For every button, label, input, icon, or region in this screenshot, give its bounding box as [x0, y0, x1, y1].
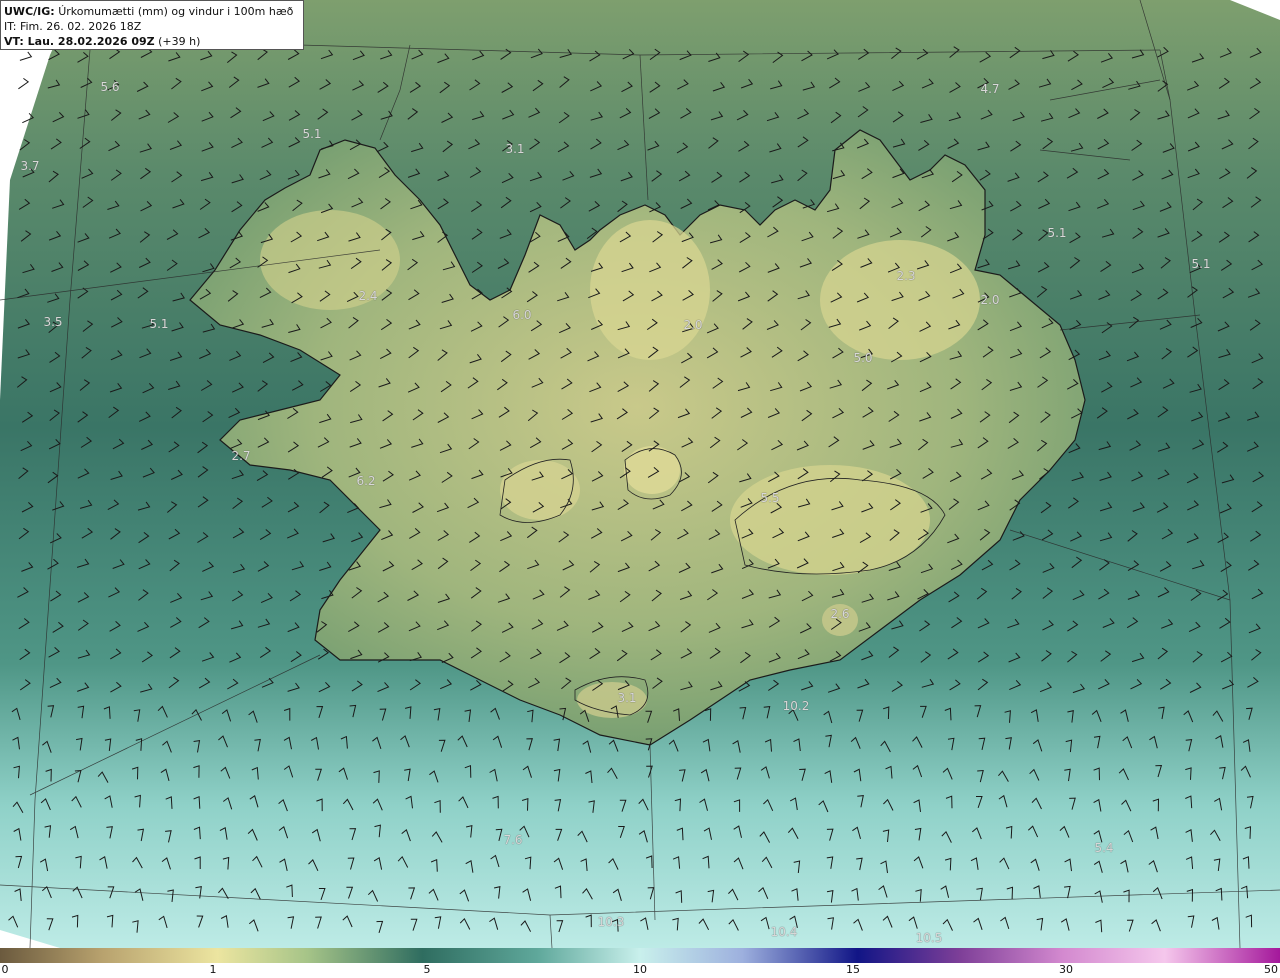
- wind-barb: [19, 51, 33, 61]
- colorbar-tick: 50: [1264, 963, 1278, 976]
- valid-time: VT: Lau. 28.02.2026 09Z: [4, 35, 155, 48]
- value-label: 3.1: [617, 691, 637, 705]
- highland-patch: [500, 460, 580, 520]
- highland-patch: [260, 210, 400, 310]
- value-label: 3.5: [43, 315, 63, 329]
- highland-patch: [820, 240, 980, 360]
- highland-patch: [730, 465, 930, 575]
- map-stage: UWC/IG: Úrkomumætti (mm) og vindur i 100…: [0, 0, 1280, 978]
- colorbar-tick: 15: [846, 963, 860, 976]
- colorbar-tick: 10: [633, 963, 647, 976]
- value-label: 3.1: [505, 142, 525, 156]
- wind-barb: [18, 77, 30, 90]
- value-label: 2.3: [896, 269, 916, 283]
- value-label: 5.1: [1191, 257, 1211, 271]
- colorbar-tick: 0: [1, 963, 9, 976]
- value-label: 2.4: [358, 289, 378, 303]
- value-label: 2.0: [980, 293, 1000, 307]
- value-label: 6.2: [356, 474, 376, 488]
- value-label: 10.2: [782, 699, 810, 713]
- colorbar-tick: 30: [1059, 963, 1073, 976]
- highland-patch: [590, 220, 710, 360]
- map-title: Úrkomumætti (mm) og vindur i 100m hæð: [58, 5, 294, 18]
- value-label: 3.7: [20, 159, 40, 173]
- map-header: UWC/IG: Úrkomumætti (mm) og vindur i 100…: [0, 0, 304, 50]
- value-label: 5.0: [853, 351, 873, 365]
- value-label: 5.1: [149, 317, 169, 331]
- issue-time: IT: Fim. 26. 02. 2026 18Z: [4, 20, 142, 33]
- value-label: 4.7: [980, 82, 1000, 96]
- value-label: 6.0: [512, 308, 532, 322]
- colorbar: [0, 948, 1280, 963]
- colorbar-tick: 1: [209, 963, 217, 976]
- value-label: 10.5: [915, 931, 943, 945]
- value-label: 5.1: [1047, 226, 1067, 240]
- value-label: 5.5: [760, 491, 780, 505]
- forecast-lead: (+39 h): [158, 35, 201, 48]
- value-label: 2.7: [231, 449, 251, 463]
- value-label: 5.1: [302, 127, 322, 141]
- value-label: 2.0: [683, 318, 703, 332]
- colorbar-tick: 5: [423, 963, 431, 976]
- value-label: 2.6: [830, 607, 850, 621]
- value-label: 5.4: [1094, 841, 1114, 855]
- model-name: UWC/IG:: [4, 5, 55, 18]
- value-label: 7.6: [503, 833, 523, 847]
- value-label: 5.6: [100, 80, 120, 94]
- value-label: 10.3: [597, 915, 625, 929]
- value-label: 10.4: [770, 925, 798, 939]
- precip-wind-map: [0, 0, 1280, 963]
